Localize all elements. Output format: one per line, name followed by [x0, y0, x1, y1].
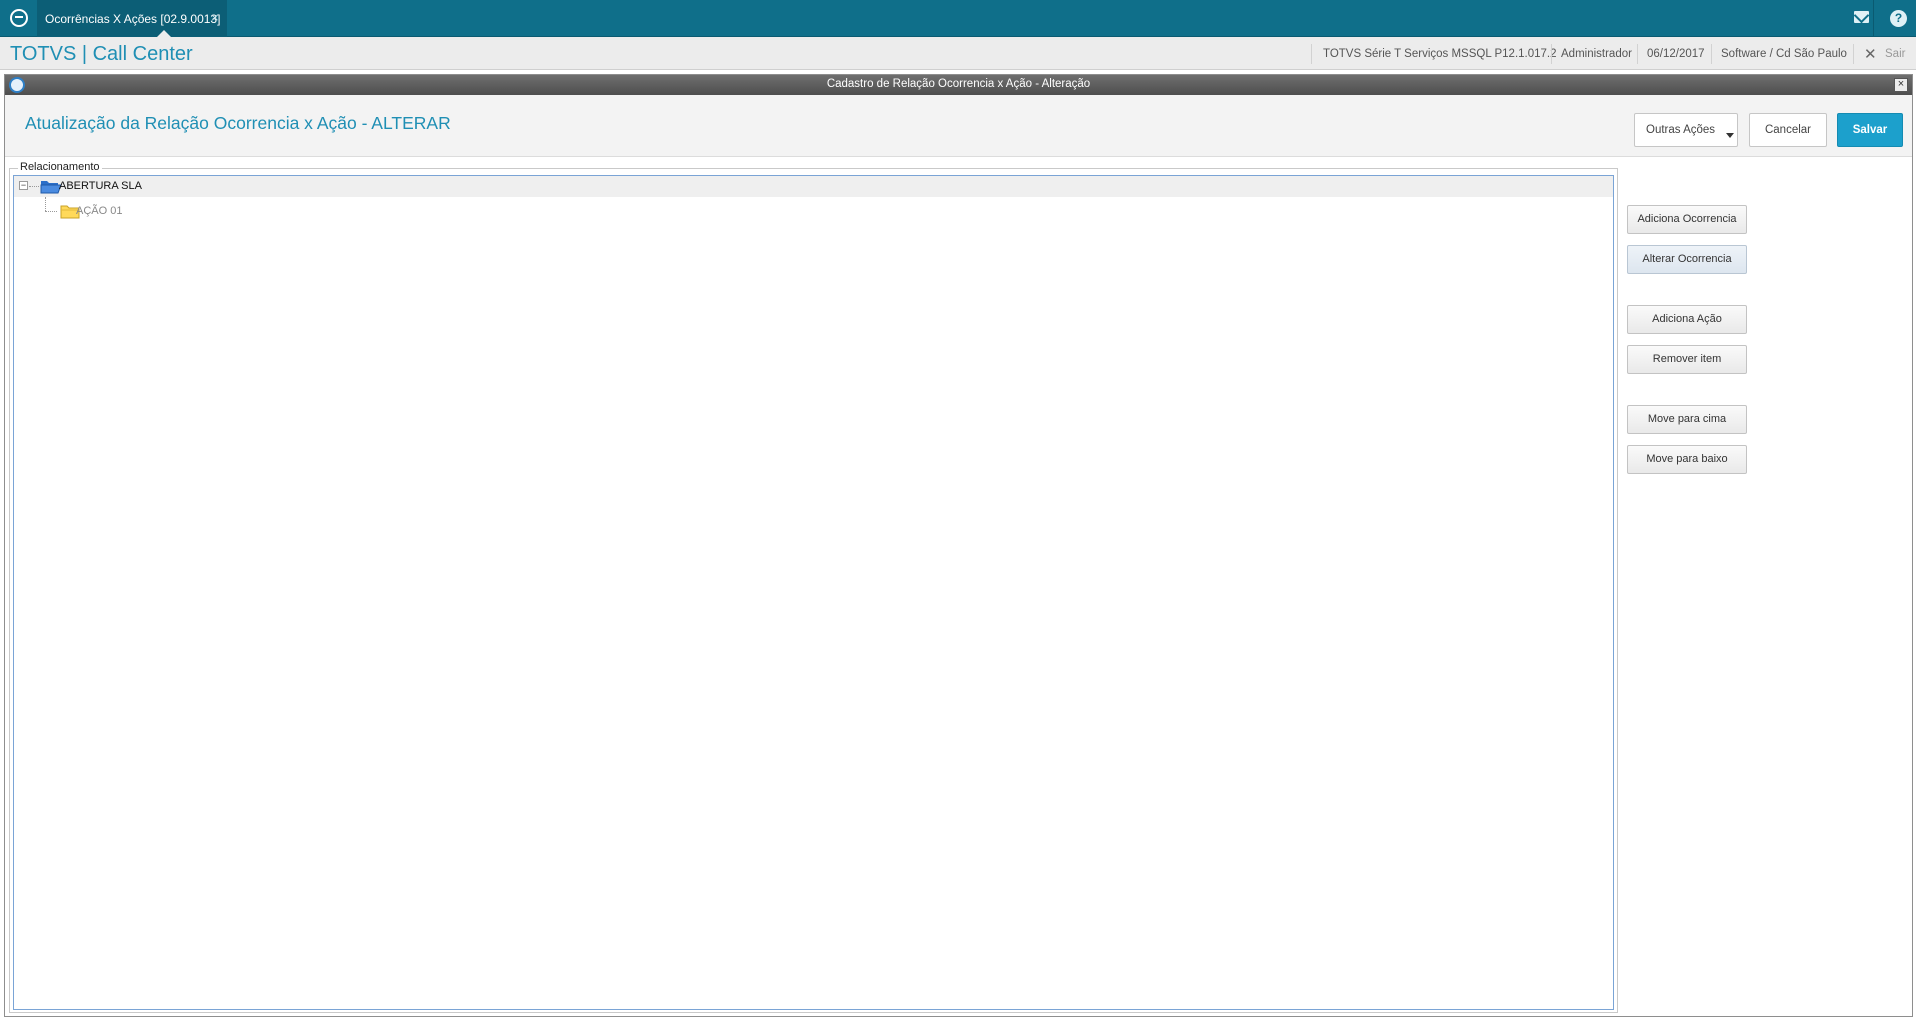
- dialog-header: Atualização da Relação Ocorrencia x Ação…: [5, 95, 1912, 157]
- divider: [1853, 44, 1854, 64]
- tree-row-selected[interactable]: [14, 176, 1613, 197]
- dialog-title: Cadastro de Relação Ocorrencia x Ação - …: [826, 78, 1091, 90]
- tree-connector: [45, 197, 46, 211]
- exit-link[interactable]: Sair: [1885, 48, 1905, 60]
- add-occurrence-button[interactable]: Adiciona Ocorrencia: [1627, 205, 1747, 234]
- top-bar: Ocorrências X Ações [02.9.0013] × ?: [0, 0, 1916, 37]
- company-branch: Software / Cd São Paulo: [1721, 48, 1847, 60]
- tab-pointer: [157, 30, 171, 37]
- edit-occurrence-button[interactable]: Alterar Ocorrencia: [1627, 245, 1747, 274]
- system-info: TOTVS Série T Serviços MSSQL P12.1.017.2: [1323, 48, 1557, 60]
- other-actions-button[interactable]: Outras Ações: [1634, 113, 1738, 147]
- help-icon[interactable]: ?: [1890, 10, 1907, 27]
- divider: [1873, 0, 1874, 37]
- move-down-button[interactable]: Move para baixo: [1627, 445, 1747, 474]
- system-date: 06/12/2017: [1647, 48, 1705, 60]
- chevron-down-icon: [1726, 133, 1734, 138]
- collapse-icon[interactable]: −: [19, 181, 28, 190]
- dialog-close-icon[interactable]: ×: [1894, 78, 1908, 92]
- app-brand: TOTVS | Call Center: [10, 43, 193, 65]
- move-up-button[interactable]: Move para cima: [1627, 405, 1747, 434]
- divider: [1551, 44, 1552, 64]
- tree-node-root[interactable]: ABERTURA SLA: [59, 180, 142, 192]
- user-name: Administrador: [1561, 48, 1632, 60]
- relationship-group: Relacionamento − ABERTURA SLA AÇÃO 01: [9, 161, 1618, 1013]
- app-logo-icon[interactable]: [10, 9, 28, 27]
- tab-ocorrencias-acoes[interactable]: Ocorrências X Ações [02.9.0013] ×: [37, 0, 227, 37]
- app-header: TOTVS | Call Center TOTVS Série T Serviç…: [0, 37, 1916, 70]
- divider: [1311, 44, 1312, 64]
- divider: [1711, 44, 1712, 64]
- cancel-button[interactable]: Cancelar: [1749, 113, 1827, 147]
- remove-item-button[interactable]: Remover item: [1627, 345, 1747, 374]
- dialog-titlebar: Cadastro de Relação Ocorrencia x Ação - …: [5, 75, 1912, 95]
- save-button[interactable]: Salvar: [1837, 113, 1903, 147]
- relationship-tree[interactable]: − ABERTURA SLA AÇÃO 01: [13, 175, 1614, 1010]
- tab-label: Ocorrências X Ações [02.9.0013]: [45, 12, 221, 26]
- tab-close-icon[interactable]: ×: [211, 10, 219, 25]
- tree-connector: [45, 211, 57, 212]
- page-title: Atualização da Relação Ocorrencia x Ação…: [25, 113, 451, 133]
- other-actions-label: Outras Ações: [1646, 124, 1716, 136]
- divider: [1637, 44, 1638, 64]
- tree-node-child[interactable]: AÇÃO 01: [76, 205, 122, 217]
- add-action-button[interactable]: Adiciona Ação: [1627, 305, 1747, 334]
- group-label: Relacionamento: [18, 161, 102, 173]
- mail-icon[interactable]: [1854, 11, 1869, 23]
- tree-connector: [29, 186, 39, 187]
- relation-dialog: Cadastro de Relação Ocorrencia x Ação - …: [4, 74, 1913, 1017]
- close-icon[interactable]: ✕: [1864, 45, 1877, 63]
